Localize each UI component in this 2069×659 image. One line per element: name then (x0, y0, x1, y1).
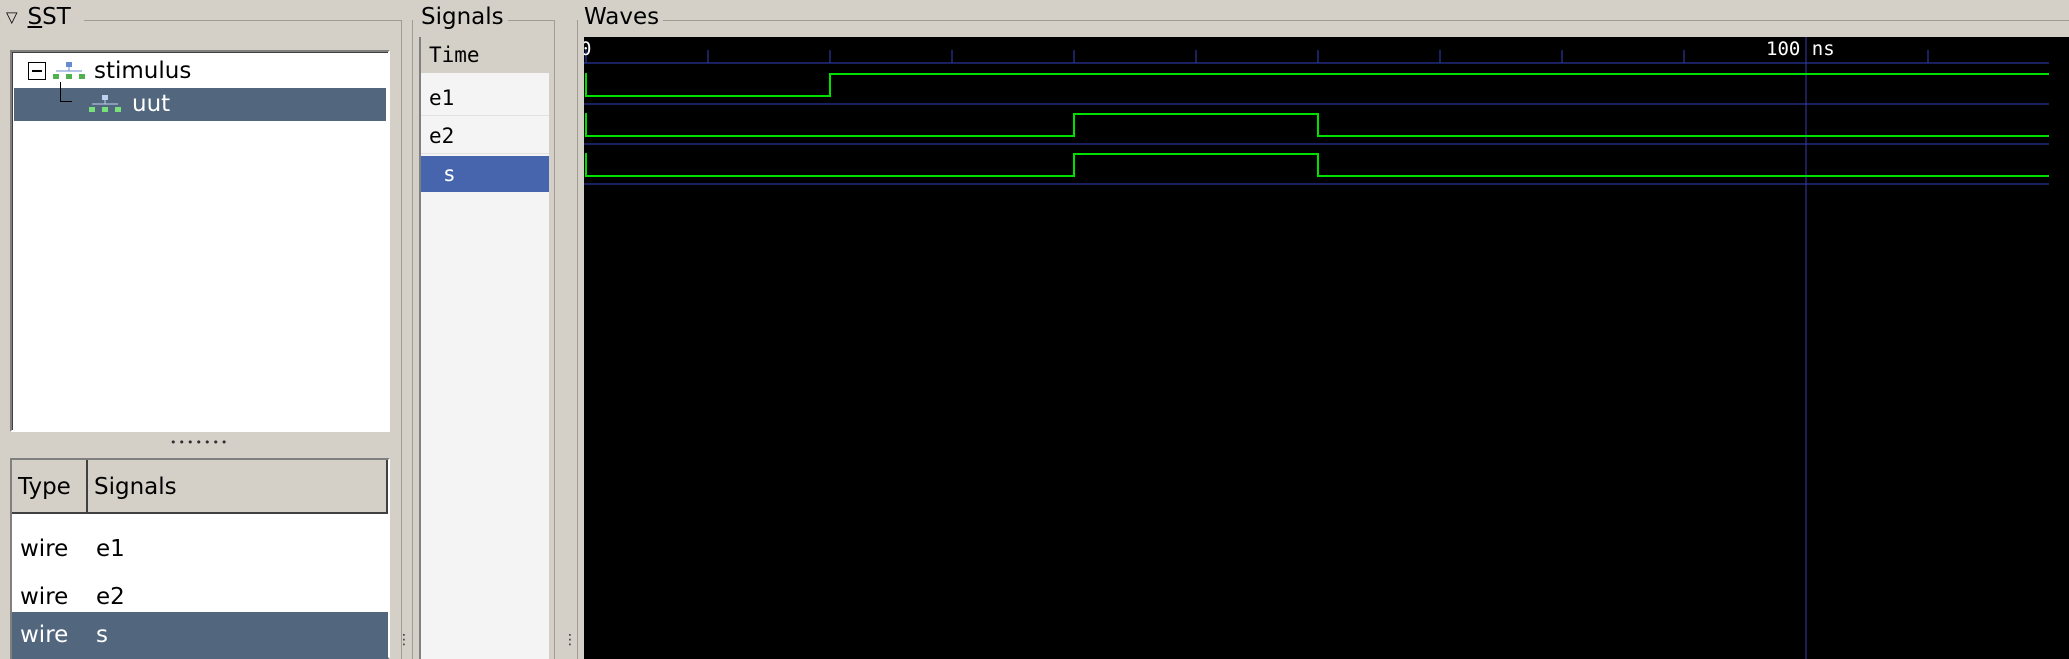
signal-row-e2[interactable]: e2 (421, 118, 549, 154)
sst-title-accel: S (27, 4, 43, 30)
waveform-e2 (585, 113, 2049, 137)
cell-type: wire (20, 622, 69, 648)
frame-line (663, 20, 2069, 21)
collapse-box-icon[interactable] (28, 62, 46, 80)
collapse-triangle-icon[interactable]: ▽ (6, 8, 18, 26)
frame-line (84, 20, 402, 21)
frame-line (577, 20, 578, 659)
ruler-start-label: 0 (584, 38, 591, 60)
signal-row-s[interactable]: s (421, 156, 549, 192)
waves-canvas[interactable]: 0 100 ns (584, 37, 2069, 659)
cell-signal: e1 (96, 536, 125, 562)
tree-label: uut (132, 91, 171, 117)
time-row: Time (421, 37, 549, 73)
hierarchy-icon (53, 62, 85, 79)
table-row[interactable]: wire e1 (12, 526, 388, 573)
pane-resize-grip[interactable]: ⋮ (397, 633, 411, 647)
signals-list[interactable]: Time e1 e2 s (419, 37, 549, 659)
column-header-signals[interactable]: Signals (88, 460, 388, 514)
signal-table[interactable]: Type Signals wire e1 wire e2 wire s (10, 458, 390, 659)
table-row-selected[interactable]: wire s (12, 612, 388, 659)
sst-title-rest: ST (42, 4, 71, 30)
instance-tree[interactable]: stimulus uut (10, 50, 390, 432)
signals-frame-title: Signals (421, 4, 504, 30)
hierarchy-icon (89, 95, 121, 112)
waveform-e1 (585, 73, 2049, 97)
column-header-type[interactable]: Type (12, 460, 88, 514)
sst-header[interactable]: ▽ SST (6, 4, 71, 34)
frame-line (554, 20, 555, 659)
waves-frame-title: Waves (584, 4, 660, 30)
frame-line (508, 20, 554, 21)
frame-line (401, 20, 402, 659)
waveform-s (585, 153, 2049, 177)
waveform-display[interactable]: 0 100 ns (584, 37, 2069, 659)
frame-line (412, 20, 413, 659)
tree-label: stimulus (94, 58, 192, 84)
cell-signal: s (96, 622, 108, 648)
cell-type: wire (20, 536, 69, 562)
ruler-marker-label: 100 ns (1766, 38, 1835, 60)
tree-connector (60, 82, 72, 102)
tree-item-uut[interactable]: uut (14, 82, 386, 121)
pane-resize-grip[interactable]: ⋮ (563, 633, 577, 647)
signal-row-e1[interactable]: e1 (421, 80, 549, 116)
splitter-handle[interactable]: ••••••• (170, 437, 236, 450)
